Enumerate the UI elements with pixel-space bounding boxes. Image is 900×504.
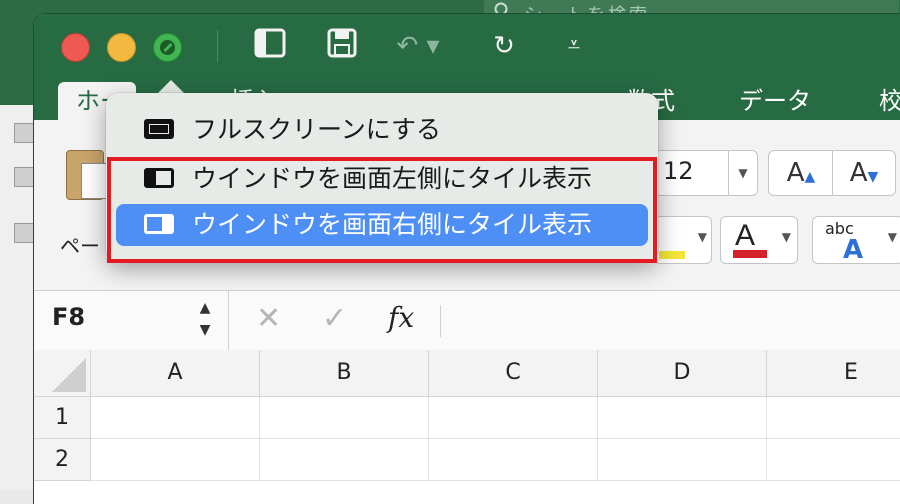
column-header-b[interactable]: B: [260, 350, 429, 397]
insert-function-icon[interactable]: fx: [388, 301, 414, 334]
window-tile-menu: フルスクリーンにする ウインドウを画面左側にタイル表示 ウインドウを画面右側にタ…: [106, 93, 658, 261]
menu-item-label: ウインドウを画面左側にタイル表示: [192, 164, 593, 193]
font-color-bar: [733, 250, 767, 258]
row-header-2[interactable]: 2: [34, 439, 91, 481]
cell[interactable]: [260, 439, 429, 481]
grow-font-label: A: [786, 158, 805, 188]
paste-label[interactable]: ペー: [60, 230, 100, 259]
cancel-icon[interactable]: ✕: [256, 301, 281, 336]
shrink-font-label: A: [849, 158, 868, 188]
select-all-corner[interactable]: [34, 350, 91, 397]
sheet-icon: [14, 167, 34, 187]
paste-icon[interactable]: [66, 150, 109, 200]
column-header-e[interactable]: E: [767, 350, 900, 397]
column-header-a[interactable]: A: [91, 350, 260, 397]
cell[interactable]: [91, 439, 260, 481]
redo-icon[interactable]: ↻: [486, 28, 522, 64]
tab-data[interactable]: データ: [739, 82, 811, 120]
close-window-button[interactable]: [61, 33, 90, 62]
menu-item-label: ウインドウを画面右側にタイル表示: [192, 210, 593, 239]
minimize-window-button[interactable]: [107, 33, 136, 62]
sheet-icon: [14, 123, 34, 143]
tile-left-icon: [144, 168, 174, 188]
spreadsheet-grid: A B C D E 1 2: [34, 350, 900, 504]
save-icon[interactable]: [324, 28, 360, 64]
cell[interactable]: [767, 397, 900, 439]
column-header-c[interactable]: C: [429, 350, 598, 397]
tab-review[interactable]: 校: [879, 82, 900, 120]
name-box-stepper-icon[interactable]: ▲ ▼: [194, 297, 216, 341]
chevron-down-icon[interactable]: ▼: [888, 230, 897, 244]
font-color-button[interactable]: A ▼: [720, 216, 798, 264]
formula-bar-divider: [440, 305, 441, 337]
sheet-icon: [14, 223, 34, 243]
chevron-down-icon[interactable]: ▼: [698, 230, 707, 244]
menu-item-label: フルスクリーンにする: [192, 115, 442, 144]
menu-item-fullscreen[interactable]: フルスクリーンにする: [116, 109, 648, 151]
column-header-d[interactable]: D: [598, 350, 767, 397]
increase-font-size-button[interactable]: A▲: [768, 150, 834, 196]
row-header-1[interactable]: 1: [34, 397, 91, 439]
name-box[interactable]: F8: [52, 303, 85, 331]
cell[interactable]: [91, 397, 260, 439]
font-size-value: 12: [663, 157, 694, 185]
background-window-edge: [0, 105, 37, 490]
zoom-window-button[interactable]: [153, 33, 182, 62]
chevron-down-icon[interactable]: ▼: [782, 230, 791, 244]
cell[interactable]: [429, 439, 598, 481]
chevron-down-icon[interactable]: ▼: [728, 151, 757, 195]
cell[interactable]: [429, 397, 598, 439]
menu-pointer: [157, 80, 185, 94]
customize-toolbar-icon[interactable]: ⩡: [556, 28, 592, 64]
triangle-up-icon: ▲: [804, 169, 816, 185]
fill-color-button[interactable]: ▼: [654, 216, 712, 264]
checkmark-icon[interactable]: ✓: [322, 301, 347, 336]
fullscreen-icon: [144, 119, 174, 139]
menu-item-tile-left[interactable]: ウインドウを画面左側にタイル表示: [116, 158, 648, 200]
triangle-down-icon: ▼: [867, 169, 879, 185]
fill-color-swatch: [659, 251, 685, 259]
cell[interactable]: [767, 439, 900, 481]
title-bar: ↶ ▾ ↻ ⩡: [34, 14, 900, 80]
decrease-font-size-button[interactable]: A▼: [832, 150, 896, 196]
font-color-letter: A: [735, 219, 756, 252]
cell[interactable]: [598, 439, 767, 481]
cell[interactable]: [598, 397, 767, 439]
formula-bar: F8 ▲ ▼ ✕ ✓ fx: [34, 290, 900, 352]
cell[interactable]: [260, 397, 429, 439]
font-size-field[interactable]: 12 ▼: [652, 150, 758, 196]
menu-item-tile-right[interactable]: ウインドウを画面右側にタイル表示: [116, 204, 648, 246]
tile-right-icon: [144, 214, 174, 234]
formula-bar-divider: [228, 291, 229, 351]
spelling-button[interactable]: abc A ▼: [812, 216, 900, 265]
toolbar-divider: [217, 30, 218, 62]
undo-icon[interactable]: ↶ ▾: [388, 28, 448, 64]
sidebar-toggle-icon[interactable]: [252, 28, 288, 64]
spelling-a-letter: A: [843, 235, 864, 265]
